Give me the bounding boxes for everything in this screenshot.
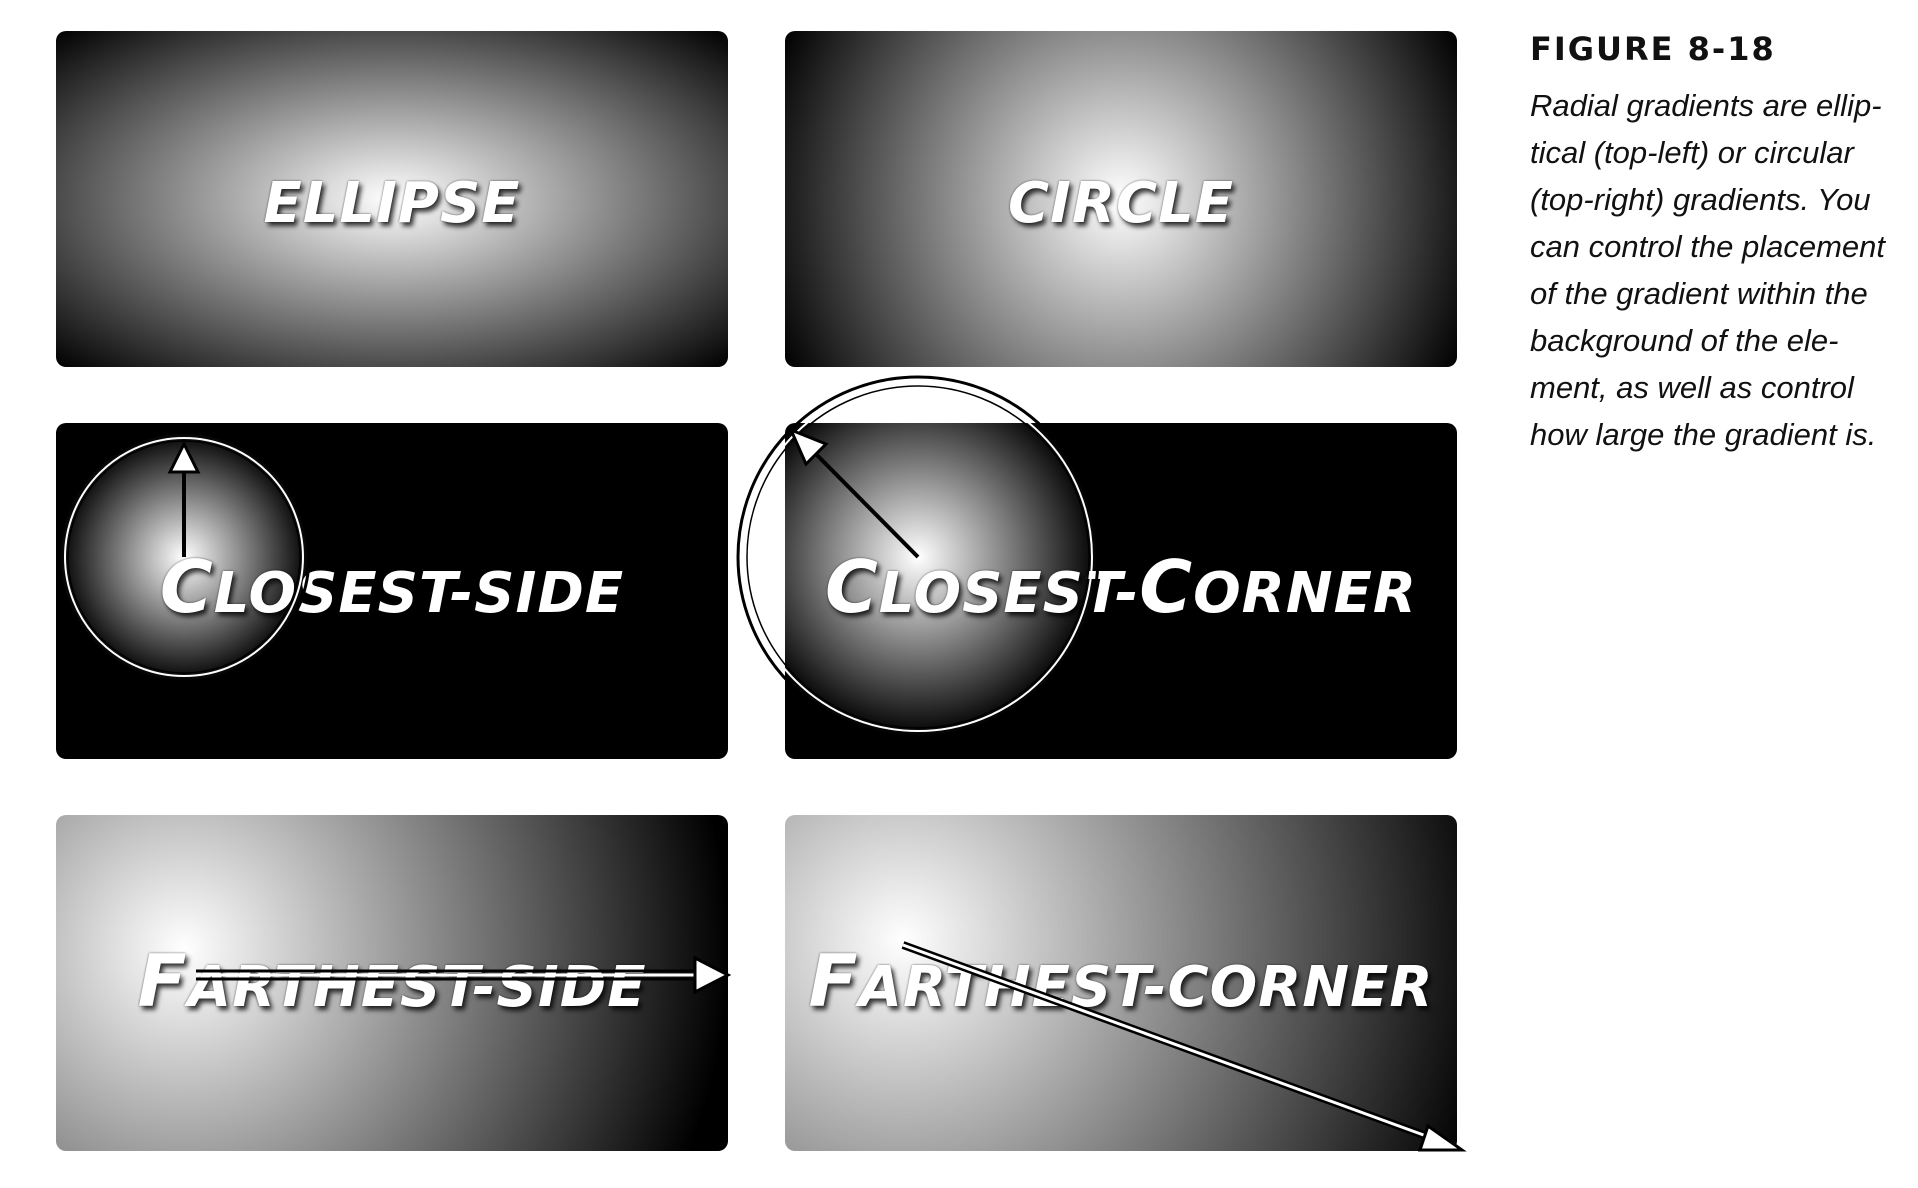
circle-gradient-panel: CIRCLE (785, 31, 1457, 367)
farthest-corner-gradient-panel: FARTHEST-CORNER (785, 815, 1457, 1151)
farthest-side-label-cap: F (137, 939, 188, 1023)
caption-line: Radial gradients are ellip- (1530, 88, 1882, 123)
ellipse-gradient-panel: ELLIPSE (56, 31, 728, 367)
farthest-corner-label-rest: ARTHEST-CORNER (858, 955, 1434, 1020)
caption-line: of the gradient within the (1530, 276, 1868, 311)
closest-side-label-cap: C (159, 545, 214, 629)
closest-corner-gradient-panel: CLOSEST-CORNER (785, 423, 1457, 759)
caption-line: how large the gradient is. (1530, 417, 1877, 452)
caption-line: tical (top-left) or circular (1530, 135, 1854, 170)
caption-line: ment, as well as control (1530, 370, 1854, 405)
farthest-side-gradient-panel: FARTHEST-SIDE (56, 815, 728, 1151)
farthest-side-label-rest: ARTHEST-SIDE (187, 955, 647, 1020)
figure-title: FIGURE 8-18 (1530, 30, 1776, 68)
figure-caption-text: Radial gradients are ellip- tical (top-l… (1530, 82, 1900, 458)
closest-corner-label-cap2: C (1139, 545, 1194, 629)
farthest-corner-label-cap: F (808, 939, 859, 1023)
ellipse-label: ELLIPSE (263, 171, 521, 236)
circle-label: CIRCLE (1007, 171, 1235, 236)
caption-line: (top-right) gradients. You (1530, 182, 1871, 217)
closest-corner-label: CLOSEST-CORNER (785, 545, 1457, 629)
closest-corner-label-rest: ORNER (1193, 561, 1418, 626)
closest-corner-label-cap1: C (824, 545, 879, 629)
closest-corner-label-mid: LOSEST- (878, 561, 1140, 626)
closest-side-gradient-panel: CLOSEST-SIDE (56, 423, 728, 759)
caption-line: background of the ele- (1530, 323, 1839, 358)
closest-side-label-rest: LOSEST-SIDE (213, 561, 625, 626)
closest-side-label: CLOSEST-SIDE (56, 545, 728, 629)
caption-line: can control the placement (1530, 229, 1885, 264)
farthest-corner-label: FARTHEST-CORNER (785, 939, 1457, 1023)
farthest-side-label: FARTHEST-SIDE (56, 939, 728, 1023)
figure-caption: FIGURE 8-18 Radial gradients are ellip- … (1530, 30, 1900, 458)
